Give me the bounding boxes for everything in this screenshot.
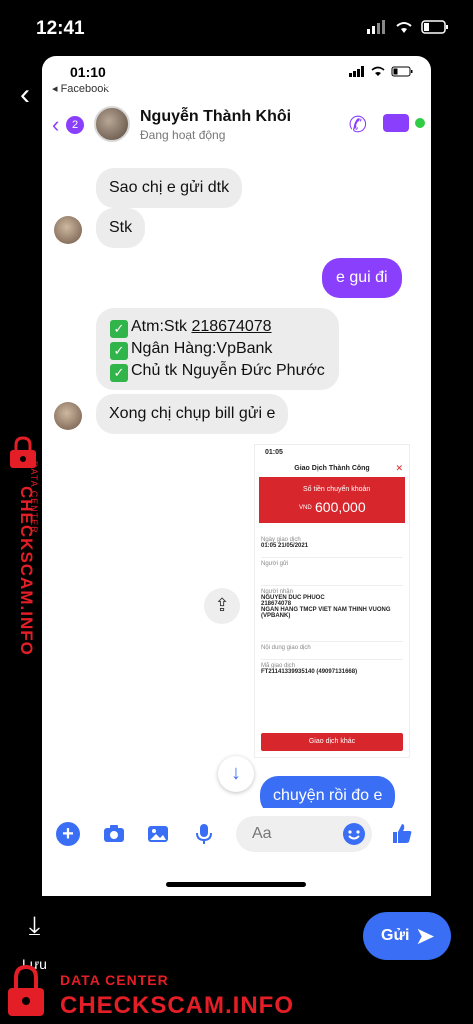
video-call-icon[interactable] (383, 114, 409, 132)
amount-label: Số tiền chuyển khoản (303, 486, 371, 493)
checkmark-icon: ✓ (110, 320, 128, 338)
screenshot-preview: 01:10 ◂ Facebook ‹ 2 Nguyễn Thành Khôi Đ… (42, 56, 431, 896)
crop-icon[interactable]: ⌗ (282, 75, 296, 103)
share-icon[interactable]: ⇪ (204, 588, 240, 624)
message-incoming[interactable]: Xong chị chụp bill gửi e (96, 394, 289, 434)
lock-icon (8, 964, 44, 1016)
download-icon: ⤓ (28, 910, 41, 940)
contact-name[interactable]: Nguyễn Thành Khôi (140, 108, 291, 126)
unread-badge: 2 (66, 116, 84, 134)
message-incoming-account-info[interactable]: ✓ Atm:Stk 218674078 ✓ Ngân Hàng:VpBank ✓ Ch… (96, 308, 339, 390)
thumbs-up-icon[interactable] (390, 822, 414, 846)
text-tool-icon[interactable]: Aa (156, 75, 185, 103)
microphone-icon[interactable] (192, 822, 216, 846)
back-chevron-icon[interactable]: ‹ (52, 112, 59, 138)
recipient-bank: NGAN HANG TMCP VIET NAM THINH VUONG (VPB… (261, 607, 391, 619)
contact-status: Đang hoạt động (140, 128, 226, 142)
scroll-down-arrow-icon[interactable]: ↓ (218, 756, 254, 792)
receipt-time: 01:05 (265, 449, 283, 456)
inner-status-icons (349, 66, 413, 77)
sender-avatar (54, 402, 82, 430)
pen-icon[interactable]: ✎ (100, 74, 120, 103)
txid-value: FT21141339935140 (49097131668) (261, 669, 358, 675)
checkmark-icon: ✓ (110, 364, 128, 382)
sender-avatar (54, 216, 82, 244)
wifi-icon (371, 66, 385, 76)
gallery-icon[interactable] (146, 822, 170, 846)
transfer-receipt-image[interactable]: 01:05 Giao Dịch Thành Công ✕ Số tiền chu… (254, 444, 410, 758)
markup-tools: ✎ Aa ☺ ⌗ ⟳ (100, 74, 352, 103)
phone-call-icon[interactable]: ✆ (349, 112, 367, 138)
content-label: Nội dung giao dịch (261, 645, 311, 651)
sender-label: Người gửi (261, 561, 289, 567)
sticker-icon[interactable]: ☺ (221, 75, 246, 103)
back-chevron-icon[interactable]: ‹ (20, 78, 30, 112)
wifi-icon (396, 22, 412, 33)
rotate-icon[interactable]: ⟳ (332, 74, 352, 103)
other-transaction-button: Giao dịch khác (261, 733, 403, 751)
bottom-watermark: DATA CENTER CHECKSCAM.INFO (0, 960, 473, 1024)
emoji-icon[interactable] (342, 822, 366, 846)
contact-avatar[interactable] (94, 106, 130, 142)
amount-panel: Số tiền chuyển khoản VND 600,000 (259, 477, 405, 523)
date-value: 01:05 21/05/2021 (261, 543, 309, 549)
message-incoming[interactable]: Sao chị e gửi dtk (96, 168, 243, 208)
plus-icon[interactable]: + (56, 822, 80, 846)
conversation-header: ‹ 2 Nguyễn Thành Khôi Đang hoạt động ✆ (42, 100, 431, 148)
send-button[interactable]: Gửi ➤ (363, 912, 451, 960)
receipt-title: Giao Dịch Thành Công (294, 465, 370, 472)
close-icon: ✕ (395, 463, 403, 473)
checkmark-icon: ✓ (110, 342, 128, 360)
account-number-link[interactable]: 218674078 (191, 318, 271, 335)
side-watermark: DATA CENTER CHECKSCAM.INFO (2, 436, 50, 666)
outer-status-bar: 12:41 (0, 0, 473, 56)
outer-status-icons (367, 20, 449, 34)
signal-icon (367, 20, 385, 34)
outer-clock: 12:41 (36, 18, 85, 39)
battery-icon (391, 66, 413, 77)
battery-icon (421, 20, 448, 34)
home-indicator (166, 882, 306, 887)
camera-icon[interactable] (102, 822, 126, 846)
currency: VND (299, 505, 312, 511)
amount-value: 600,000 (315, 499, 366, 515)
message-incoming[interactable]: Stk (96, 208, 146, 248)
message-outgoing[interactable]: e gui đi (322, 258, 402, 298)
message-composer: + Aa (42, 808, 431, 860)
online-dot (415, 118, 425, 128)
send-arrow-icon: ➤ (415, 923, 436, 950)
